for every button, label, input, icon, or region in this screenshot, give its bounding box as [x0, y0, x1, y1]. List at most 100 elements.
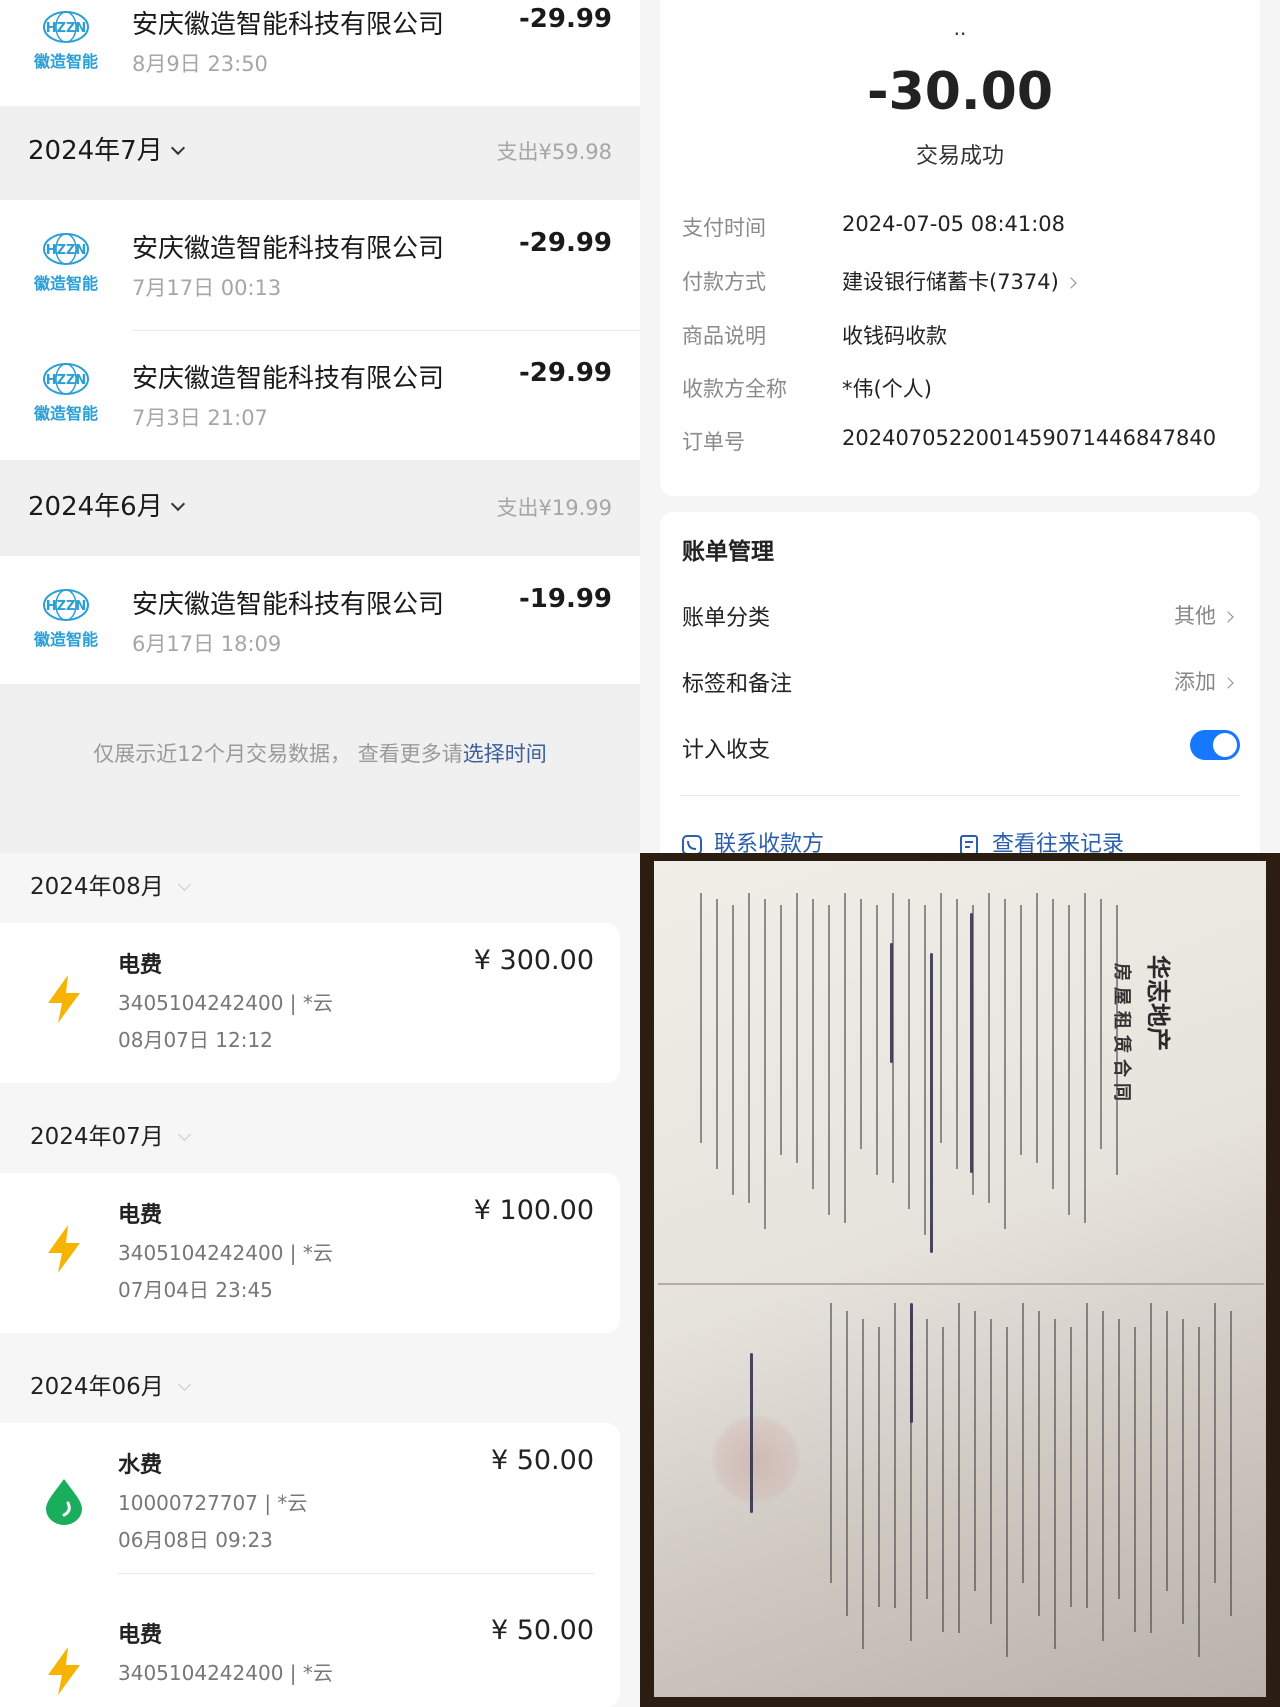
include-toggle[interactable]	[1190, 730, 1240, 760]
view-history-button[interactable]: 查看往来记录	[958, 826, 1124, 853]
transaction-time: 7月3日 21:07	[132, 406, 268, 430]
printed-line	[1004, 899, 1006, 1229]
bill-type: 水费	[118, 1453, 163, 1478]
printed-line	[892, 893, 894, 1183]
printed-line	[732, 905, 734, 1195]
globe-icon: HZZN	[43, 363, 89, 395]
tags-value-text: 添加	[1174, 670, 1216, 694]
bill-time: 07月04日 23:45	[118, 1278, 273, 1302]
month-label: 2024年7月	[28, 136, 163, 166]
printed-line	[958, 1303, 960, 1633]
printed-line	[924, 905, 926, 1235]
contract-photo: 华志地产 房屋租赁合同	[640, 853, 1280, 1707]
bill-account: 3405104242400 | *云	[118, 1661, 333, 1685]
printed-line	[862, 1319, 864, 1649]
printed-line	[860, 899, 862, 1149]
merchant-brand: 徽造智能	[33, 404, 98, 423]
pay-method-text: 建设银行储蓄卡(7374)	[842, 270, 1059, 294]
bill-time: 08月07日 12:12	[118, 1028, 273, 1052]
merchant-logo: HZZN 徽造智能	[28, 586, 104, 649]
printed-line	[846, 1311, 848, 1616]
bill-type: 电费	[118, 1203, 163, 1228]
printed-line	[812, 899, 814, 1189]
printed-line	[1036, 893, 1038, 1163]
history-footnote: 仅展示近12个月交易数据， 查看更多请选择时间	[0, 738, 640, 768]
printed-line	[1150, 1303, 1152, 1633]
red-stamp	[710, 1413, 802, 1505]
printed-line	[844, 893, 846, 1223]
order-no-value: 2024070522001459071446847840	[842, 426, 1217, 450]
printed-line	[1100, 899, 1102, 1149]
printed-line	[910, 1311, 912, 1641]
divider	[118, 1573, 594, 1574]
printed-line	[1020, 905, 1022, 1155]
printed-line	[956, 899, 958, 1169]
merchant-name: 安庆徽造智能科技有限公司	[132, 234, 445, 264]
handwriting-mark	[750, 1353, 753, 1513]
svg-text:HZZN: HZZN	[46, 21, 87, 36]
select-time-link[interactable]: 选择时间	[463, 742, 547, 766]
printed-line	[940, 893, 942, 1143]
month-header-june[interactable]: 2024年6月 支出¥19.99	[0, 462, 640, 548]
month-header-jul[interactable]: 2024年07月	[30, 1117, 191, 1151]
tags-value[interactable]: 添加	[1174, 666, 1234, 696]
lightning-icon	[48, 975, 80, 1023]
printed-line	[764, 899, 766, 1229]
include-label: 计入收支	[682, 738, 771, 763]
merchant-logo: HZZN 徽造智能	[28, 8, 104, 71]
globe-icon: HZZN	[43, 11, 89, 43]
printed-line	[1086, 1303, 1088, 1608]
transactions-panel: HZZN 徽造智能 安庆徽造智能科技有限公司 8月9日 23:50 -29.99…	[0, 0, 640, 853]
month-header-aug[interactable]: 2024年08月	[30, 867, 191, 901]
merchant-brand: 徽造智能	[33, 52, 98, 71]
transaction-item[interactable]: HZZN 徽造智能 安庆徽造智能科技有限公司 8月9日 23:50 -29.99	[0, 0, 640, 106]
contact-payee-button[interactable]: 联系收款方	[680, 826, 824, 853]
bill-item[interactable]: 电费 3405104242400 | *云 08月07日 12:12 ¥ 300…	[0, 923, 620, 1083]
bill-type: 电费	[118, 953, 163, 978]
printed-line	[974, 1311, 976, 1591]
merchant-brand: 徽造智能	[33, 274, 98, 293]
water-drop-icon	[46, 1479, 82, 1525]
bill-management-title: 账单管理	[682, 539, 774, 565]
printed-line	[748, 893, 750, 1203]
transaction-amount: -29.99	[518, 4, 612, 34]
bill-item[interactable]: 电费 3405104242400 | *云 07月04日 23:45 ¥ 100…	[0, 1173, 620, 1333]
month-summary: 支出¥59.98	[496, 140, 612, 164]
bill-account: 3405104242400 | *云	[118, 991, 333, 1015]
printed-line	[942, 1327, 944, 1632]
printed-line	[894, 1303, 896, 1608]
handwriting-mark	[930, 953, 933, 1253]
merchant-logo: HZZN 徽造智能	[28, 230, 104, 293]
divider	[680, 795, 1240, 796]
merchant-name: 安庆徽造智能科技有限公司	[132, 10, 445, 40]
printed-line	[780, 905, 782, 1155]
transaction-item[interactable]: HZZN 徽造智能 安庆徽造智能科技有限公司 6月17日 18:09 -19.9…	[0, 556, 640, 684]
chevron-down-icon	[170, 496, 185, 512]
printed-line	[1118, 1319, 1120, 1599]
bill-account: 10000727707 | *云	[118, 1491, 308, 1515]
goods-desc-label: 商品说明	[682, 324, 766, 348]
bill-type: 电费	[118, 1623, 163, 1648]
month-header-july[interactable]: 2024年7月 支出¥59.98	[0, 106, 640, 192]
printed-line	[828, 905, 830, 1215]
printed-line	[908, 899, 910, 1209]
chevron-down-icon	[177, 1128, 191, 1141]
paper-fold	[658, 1283, 1264, 1285]
category-value-text: 其他	[1174, 604, 1216, 628]
printed-line	[830, 1303, 832, 1583]
phone-icon	[682, 835, 702, 853]
globe-icon: HZZN	[43, 589, 89, 621]
printed-line	[1182, 1319, 1184, 1624]
merchant-logo: HZZN 徽造智能	[28, 360, 104, 423]
category-value[interactable]: 其他	[1174, 600, 1234, 630]
month-header-jun[interactable]: 2024年06月	[30, 1367, 191, 1401]
transaction-time: 8月9日 23:50	[132, 52, 268, 76]
merchant-name-placeholder: ··	[953, 22, 967, 46]
bill-amount: ¥ 300.00	[473, 945, 594, 976]
records-icon	[960, 835, 978, 853]
printed-line	[972, 905, 974, 1195]
pay-time-label: 支付时间	[682, 216, 766, 240]
status-text: 交易成功	[915, 144, 1004, 169]
pay-method-value[interactable]: 建设银行储蓄卡(7374)	[842, 266, 1077, 296]
utility-panel: 2024年08月 电费 3405104242400 | *云 08月07日 12…	[0, 853, 640, 1707]
